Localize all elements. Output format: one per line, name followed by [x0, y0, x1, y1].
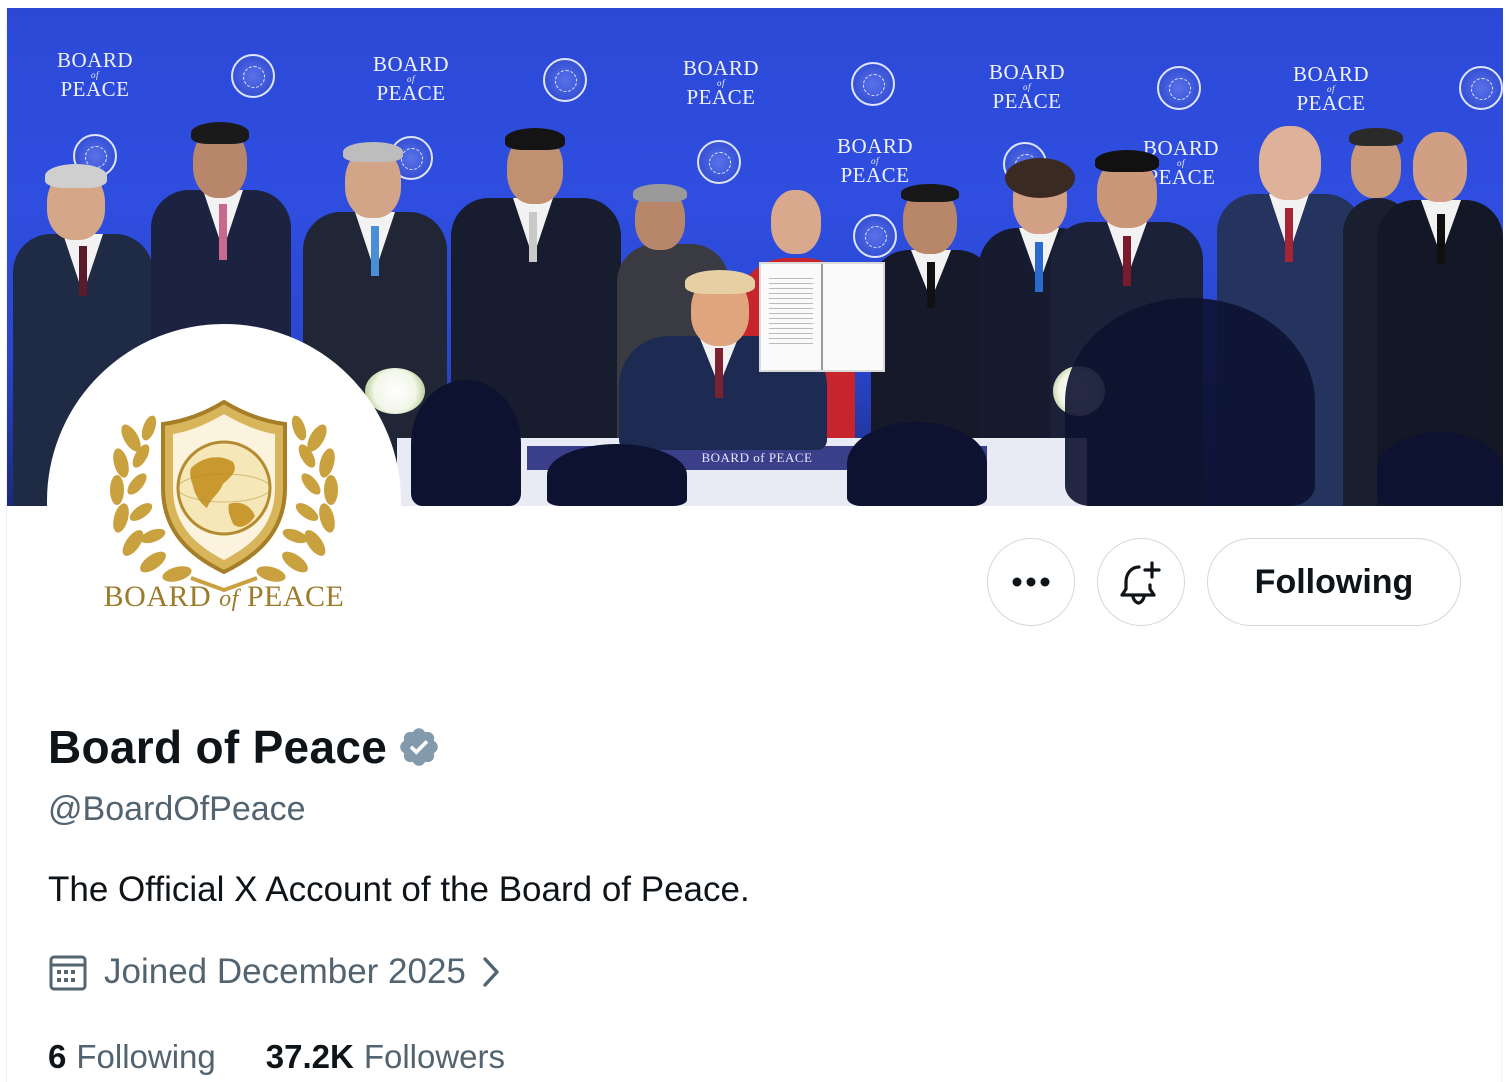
- seal-emblem: [231, 54, 275, 98]
- board-of-peace-logo-icon: [110, 399, 338, 593]
- profile-avatar[interactable]: BOARD of PEACE: [47, 324, 401, 678]
- calendar-icon: [49, 955, 87, 991]
- backdrop-logo-text: BOARD of PEACE: [1293, 62, 1370, 115]
- audience-silhouette: [1377, 432, 1503, 506]
- seal-emblem: [543, 58, 587, 102]
- more-options-button[interactable]: [987, 538, 1075, 626]
- verified-badge-icon[interactable]: [397, 725, 441, 769]
- audience-silhouette: [547, 444, 687, 506]
- seal-emblem: [1459, 66, 1503, 110]
- logo-wordmark: BOARD of PEACE: [103, 580, 345, 613]
- following-stat-link[interactable]: 6 Following: [48, 1038, 216, 1076]
- audience-silhouette: [411, 380, 521, 506]
- followers-count: 37.2K: [265, 1038, 354, 1075]
- display-name: Board of Peace: [48, 721, 388, 773]
- seal-emblem: [1157, 66, 1201, 110]
- backdrop-logo-text: BOARD of PEACE: [57, 48, 134, 101]
- display-name-row: Board of Peace: [48, 720, 441, 774]
- followers-stat-link[interactable]: 37.2K Followers: [266, 1038, 505, 1076]
- following-label: Following: [76, 1038, 216, 1075]
- followers-label: Followers: [363, 1038, 506, 1075]
- joined-date-row[interactable]: Joined December 2025: [48, 952, 504, 992]
- bell-plus-icon: [1120, 561, 1161, 605]
- audience-silhouette: [1065, 298, 1315, 506]
- backdrop-logo-text: BOARD of PEACE: [683, 56, 760, 109]
- backdrop-logo-text: BOARD of PEACE: [373, 52, 450, 105]
- following-count: 6: [48, 1038, 67, 1075]
- profile-frame: BOARD of PEACE BOARD of PEACE BOARD of PEACE B…: [6, 8, 1503, 1082]
- more-horizontal-icon: [1012, 577, 1050, 587]
- notifications-button[interactable]: [1097, 538, 1185, 626]
- following-button[interactable]: Following: [1207, 538, 1461, 626]
- joined-date-text: Joined December 2025: [104, 952, 466, 991]
- backdrop-logo-text: BOARD of PEACE: [989, 60, 1066, 113]
- follow-stats: 6 Following 37.2K Followers: [48, 1038, 555, 1076]
- seal-emblem: [851, 62, 895, 106]
- signed-document: [759, 262, 885, 372]
- profile-bio: The Official X Account of the Board of P…: [48, 870, 750, 909]
- audience-silhouette: [847, 422, 987, 506]
- chevron-right-icon: [483, 957, 499, 987]
- profile-handle: @BoardOfPeace: [48, 790, 306, 828]
